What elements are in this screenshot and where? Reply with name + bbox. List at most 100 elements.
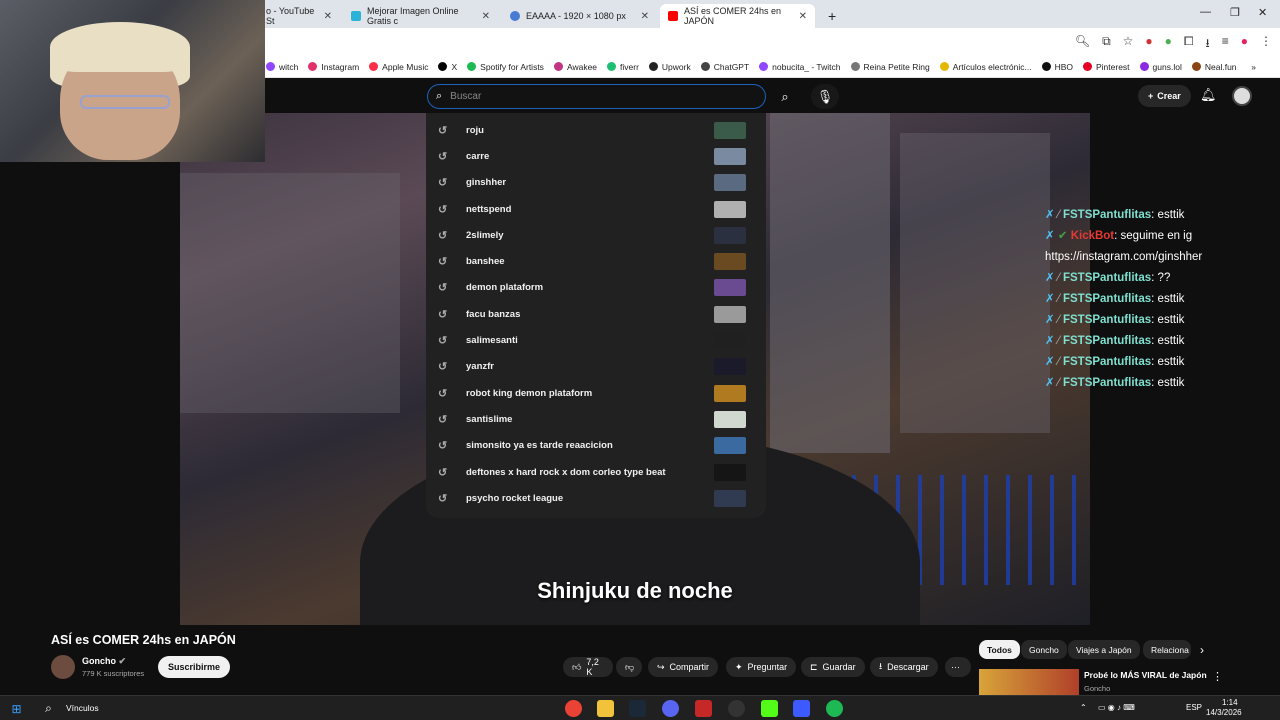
voice-search-button[interactable]: 🎙︎ bbox=[811, 84, 839, 109]
tab-label: o - YouTube St bbox=[266, 6, 315, 26]
file-explorer-icon[interactable] bbox=[597, 700, 614, 717]
suggestion-item[interactable]: ↺ simonsito ya es tarde reaacicion bbox=[426, 433, 766, 459]
subscribe-button[interactable]: Suscribirme bbox=[158, 656, 231, 678]
restore-icon[interactable]: ❐ bbox=[1230, 6, 1240, 19]
suggestion-item[interactable]: ↺ salimesanti bbox=[426, 327, 766, 353]
tab-youtube-studio[interactable]: o - YouTube St ✕ bbox=[258, 4, 340, 28]
bookmark-item[interactable]: Apple Music bbox=[369, 62, 428, 72]
suggestion-item[interactable]: ↺ roju bbox=[426, 117, 766, 143]
tab-youtube-video[interactable]: ASÍ es COMER 24hs en JAPÓN ✕ bbox=[660, 4, 815, 28]
star-icon[interactable]: ☆ bbox=[1123, 34, 1134, 55]
taskbar-search-label[interactable]: Vínculos bbox=[66, 703, 99, 713]
search-box[interactable]: ⌕ bbox=[427, 84, 766, 109]
tab-mejorar-imagen[interactable]: Mejorar Imagen Online Gratis c ✕ bbox=[343, 4, 498, 28]
download-icon[interactable]: ⭳ bbox=[1206, 34, 1210, 55]
suggestion-item[interactable]: ↺ psycho rocket league bbox=[426, 485, 766, 511]
zoom-icon[interactable]: 🔍︎ bbox=[1075, 34, 1090, 55]
language-indicator[interactable]: ESP bbox=[1186, 703, 1202, 712]
ask-button[interactable]: ✦ Preguntar bbox=[726, 657, 797, 677]
bookmark-item[interactable]: Spotify for Artists bbox=[467, 62, 544, 72]
suggestion-item[interactable]: ↺ yanzfr bbox=[426, 354, 766, 380]
avatar[interactable] bbox=[1232, 86, 1252, 106]
profile-icon[interactable]: ● bbox=[1241, 34, 1248, 55]
microphone-icon: 🎙︎ bbox=[816, 88, 834, 104]
more-actions-button[interactable]: ··· bbox=[945, 657, 971, 677]
suggestion-item[interactable]: ↺ 2slimely bbox=[426, 222, 766, 248]
search-icon[interactable]: ⌕ bbox=[40, 700, 57, 717]
vpn-icon[interactable] bbox=[793, 700, 810, 717]
tray-icons[interactable]: ▭ ◉ ♪ ⌨ bbox=[1098, 703, 1135, 712]
close-icon[interactable]: ✕ bbox=[482, 11, 490, 22]
chip-goncho[interactable]: Goncho bbox=[1021, 640, 1067, 659]
chrome-icon[interactable] bbox=[565, 700, 582, 717]
bookmark-item[interactable]: Pinterest bbox=[1083, 62, 1130, 72]
recommended-title[interactable]: Probé lo MÁS VIRAL de Japón bbox=[1084, 670, 1207, 680]
close-icon[interactable]: ✕ bbox=[324, 11, 332, 22]
extension-icon[interactable]: ● bbox=[1145, 34, 1152, 55]
clock[interactable]: 1:14 bbox=[1222, 698, 1238, 707]
extension-icon[interactable]: ● bbox=[1165, 34, 1172, 55]
bookmark-item[interactable]: Artículos electrónic... bbox=[939, 62, 1032, 72]
chevron-right-icon[interactable]: › bbox=[1200, 643, 1204, 657]
chat-link[interactable]: https://instagram.com/ginshher bbox=[1045, 251, 1202, 263]
chip-relacionados[interactable]: Relaciona bbox=[1143, 640, 1191, 659]
suggestion-item[interactable]: ↺ banshee bbox=[426, 248, 766, 274]
bookmark-item[interactable]: witch bbox=[266, 62, 298, 72]
search-button[interactable]: ⌕ bbox=[771, 84, 799, 109]
close-window-icon[interactable]: ✕ bbox=[1258, 6, 1267, 19]
channel-avatar[interactable] bbox=[51, 655, 75, 679]
bookmark-item[interactable]: Reina Petite Ring bbox=[850, 62, 930, 72]
tray-chevron-icon[interactable]: ⌃ bbox=[1080, 703, 1087, 712]
bookmark-item[interactable]: X bbox=[438, 62, 457, 72]
bookmark-item[interactable]: nobucita_ - Twitch bbox=[759, 62, 841, 72]
menu-icon[interactable]: ⋮ bbox=[1260, 34, 1272, 55]
dislike-button[interactable]: 👎︎ bbox=[616, 657, 642, 677]
kick-icon[interactable] bbox=[761, 700, 778, 717]
like-button[interactable]: 👍︎ 7,2 K bbox=[563, 657, 613, 677]
chip-viajes-japon[interactable]: Viajes a Japón bbox=[1068, 640, 1140, 659]
create-button[interactable]: + Crear bbox=[1138, 85, 1191, 107]
windows-start-icon[interactable]: ⊞ bbox=[8, 700, 25, 717]
spotify-icon[interactable] bbox=[826, 700, 843, 717]
suggestion-item[interactable]: ↺ facu banzas bbox=[426, 301, 766, 327]
suggestion-item[interactable]: ↺ robot king demon plataform bbox=[426, 380, 766, 406]
bookmark-item[interactable]: HBO bbox=[1041, 62, 1073, 72]
chip-todos[interactable]: Todos bbox=[979, 640, 1020, 659]
install-icon[interactable]: ⧉ bbox=[1102, 34, 1111, 55]
steam-icon[interactable] bbox=[629, 700, 646, 717]
suggestion-item[interactable]: ↺ santislime bbox=[426, 406, 766, 432]
app-icon[interactable] bbox=[695, 700, 712, 717]
suggestion-item[interactable]: ↺ carre bbox=[426, 143, 766, 169]
date[interactable]: 14/3/2026 bbox=[1206, 708, 1242, 717]
suggestion-item[interactable]: ↺ deftones x hard rock x dom corleo type … bbox=[426, 459, 766, 485]
save-button[interactable]: ⊏ Guardar bbox=[801, 657, 865, 677]
share-button[interactable]: ↪ Compartir bbox=[648, 657, 719, 677]
more-bookmarks-icon[interactable]: » bbox=[1251, 62, 1256, 72]
new-tab-button[interactable]: + bbox=[820, 4, 840, 28]
bookmark-item[interactable]: guns.lol bbox=[1139, 62, 1182, 72]
puzzle-icon[interactable]: ⧠ bbox=[1184, 34, 1194, 55]
search-input[interactable] bbox=[450, 91, 731, 102]
recommended-thumbnail[interactable] bbox=[979, 669, 1079, 695]
bookmark-item[interactable]: Neal.fun bbox=[1191, 62, 1237, 72]
tab-eaaaa[interactable]: EAAAA - 1920 × 1080 px ✕ bbox=[502, 4, 657, 28]
suggestion-item[interactable]: ↺ ginshher bbox=[426, 170, 766, 196]
suggestion-item[interactable]: ↺ nettspend bbox=[426, 196, 766, 222]
bookmark-item[interactable]: fiverr bbox=[607, 62, 639, 72]
more-icon[interactable]: ⋮ bbox=[1212, 670, 1223, 683]
channel-name[interactable]: Goncho ✔ bbox=[82, 656, 126, 667]
media-icon[interactable]: ≡ bbox=[1222, 34, 1229, 55]
bookmark-item[interactable]: Upwork bbox=[648, 62, 691, 72]
discord-icon[interactable] bbox=[662, 700, 679, 717]
download-button[interactable]: ⭳ Descargar bbox=[870, 657, 938, 677]
minimize-icon[interactable]: — bbox=[1200, 6, 1211, 18]
close-icon[interactable]: ✕ bbox=[641, 11, 649, 22]
bookmark-item[interactable]: Awakee bbox=[553, 62, 597, 72]
obs-icon[interactable] bbox=[728, 700, 745, 717]
bookmark-item[interactable]: ChatGPT bbox=[700, 62, 749, 72]
bookmark-item[interactable]: Instagram bbox=[308, 62, 359, 72]
bookmark-favicon-icon bbox=[266, 62, 275, 71]
suggestion-item[interactable]: ↺ demon plataform bbox=[426, 275, 766, 301]
notifications-icon[interactable]: 🔔︎ bbox=[1200, 87, 1217, 103]
close-icon[interactable]: ✕ bbox=[799, 11, 807, 22]
